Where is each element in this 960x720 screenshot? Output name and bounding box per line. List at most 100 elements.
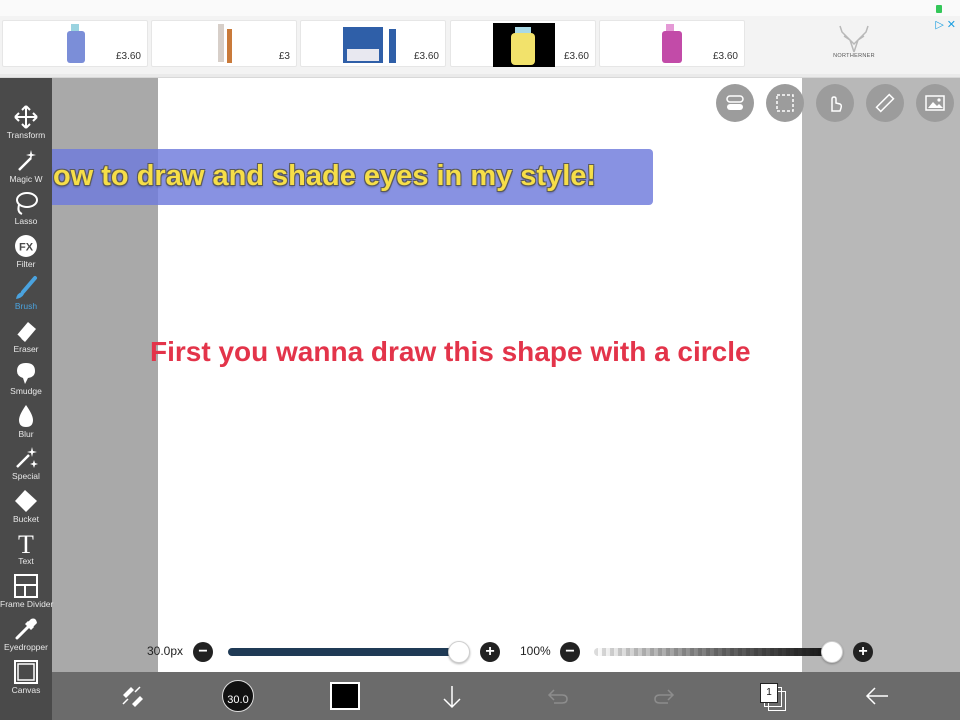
tool-label: Canvas (11, 685, 41, 695)
instruction-caption: First you wanna draw this shape with a c… (150, 336, 751, 367)
tool-smudge[interactable]: Smudge (0, 360, 52, 396)
tool-label: Bucket (13, 514, 39, 524)
selection-button[interactable] (766, 84, 804, 122)
ad-price: £3.60 (712, 51, 738, 62)
tool-label: Filter (16, 259, 36, 269)
layers-button[interactable]: 1 (760, 683, 778, 703)
fx-icon: FX (15, 235, 37, 257)
vape-product-icon (662, 24, 682, 63)
eyedropper-icon (15, 618, 37, 640)
fx-glyph: FX (19, 242, 34, 254)
ruler-button[interactable] (866, 84, 904, 122)
magic-wand-icon (18, 150, 36, 171)
text-icon: T (18, 530, 34, 556)
ad-price: £3.60 (563, 51, 589, 62)
tool-text[interactable]: T Text (0, 530, 52, 566)
vape-product-icon (218, 24, 232, 63)
ad-item[interactable]: £3.60 (300, 20, 446, 67)
tool-bucket[interactable]: Bucket (0, 488, 52, 524)
image-icon (925, 95, 945, 111)
tool-label: Frame Divider (0, 599, 54, 609)
tool-label: Brush (14, 301, 38, 311)
status-bar (0, 0, 960, 16)
ruler-icon (875, 93, 895, 113)
size-plus-button[interactable]: + (480, 642, 500, 662)
ad-price: £3.60 (115, 51, 141, 62)
eraser-icon (16, 322, 36, 342)
opacity-slider[interactable] (594, 648, 834, 656)
tool-magic-wand[interactable]: Magic W (0, 148, 52, 184)
tool-special[interactable]: Special (0, 445, 52, 481)
tool-label: Special (12, 471, 40, 481)
redo-icon[interactable] (652, 686, 676, 706)
ad-item[interactable]: £3 (151, 20, 297, 67)
brush-size-slider[interactable] (228, 648, 464, 656)
tool-label: Eyedropper (4, 642, 48, 652)
text-glyph: T (18, 530, 34, 556)
tool-label: Text (18, 556, 34, 566)
tool-label: Magic W (9, 174, 43, 184)
touch-mode-button[interactable] (816, 84, 854, 122)
tool-blur[interactable]: Blur (0, 403, 52, 439)
ad-item[interactable]: £3.60 (2, 20, 148, 67)
app-root: £3.60 £3 £3.60 £3.60 £3.60 NORTHERNER ▷ … (0, 0, 960, 720)
layer-toggle-button[interactable] (716, 84, 754, 122)
bottom-toolbar (52, 672, 960, 720)
toggle-icon (726, 95, 744, 110)
tool-label: Eraser (13, 344, 39, 354)
drop-icon (19, 405, 33, 427)
canvas-icon (14, 660, 38, 684)
ad-brand: NORTHERNER (833, 53, 875, 59)
brush-size-knob[interactable] (448, 641, 470, 663)
move-arrows-icon (14, 105, 38, 129)
opacity-knob[interactable] (821, 641, 843, 663)
video-title: How to draw and shade eyes in my style! (32, 160, 597, 192)
hand-touch-icon (831, 96, 843, 112)
tool-label: Blur (18, 429, 34, 439)
size-minus-button[interactable]: − (193, 642, 213, 662)
ad-item[interactable]: £3.60 (450, 20, 596, 67)
battery-icon (936, 5, 942, 13)
vape-product-icon (67, 24, 85, 63)
tool-frame-divider[interactable]: Frame Divider (0, 573, 54, 609)
tool-brush[interactable]: Brush (0, 275, 52, 311)
brush-size-label: 30.0px (147, 644, 184, 658)
brush-size-value: 30.0 (227, 694, 249, 706)
tool-transform[interactable]: Transform (0, 104, 52, 140)
ad-price: £3.60 (413, 51, 439, 62)
bucket-icon (15, 490, 37, 512)
opacity-label: 100% (520, 644, 551, 658)
lasso-icon (16, 192, 38, 215)
ad-banner[interactable]: £3.60 £3 £3.60 £3.60 £3.60 NORTHERNER ▷ … (0, 16, 960, 74)
tool-label: Smudge (10, 386, 42, 396)
arrow-down-icon[interactable] (440, 684, 464, 710)
back-arrow-icon[interactable] (864, 686, 890, 706)
tool-lasso[interactable]: Lasso (0, 190, 52, 226)
opacity-plus-button[interactable]: + (853, 642, 873, 662)
ad-info-icon[interactable]: ▷ (935, 19, 943, 31)
tool-sidebar: Transform Magic W Lasso FX Filter Brush … (0, 78, 54, 720)
tool-eyedropper[interactable]: Eyedropper (0, 616, 52, 652)
opacity-minus-button[interactable]: − (560, 642, 580, 662)
vape-product-icon (493, 23, 555, 67)
image-button[interactable] (916, 84, 954, 122)
brush-icon (16, 276, 37, 299)
brush-settings-icon[interactable] (120, 684, 144, 708)
ad-price: £3 (278, 51, 290, 62)
undo-icon[interactable] (546, 686, 570, 706)
vape-product-icon (343, 27, 396, 63)
tool-filter[interactable]: FX Filter (0, 233, 52, 269)
ad-close-icon[interactable]: ✕ (947, 19, 956, 31)
color-picker-button[interactable] (330, 682, 360, 710)
ad-choices[interactable]: ▷ ✕ (932, 18, 956, 31)
stag-logo-icon (839, 25, 869, 53)
tool-label: Lasso (14, 216, 38, 226)
sparkle-icon (16, 447, 38, 468)
ad-item[interactable]: £3.60 (599, 20, 745, 67)
tool-label: Transform (6, 130, 46, 140)
tool-canvas[interactable]: Canvas (0, 659, 52, 695)
selection-icon (776, 94, 794, 112)
frame-divider-icon (14, 574, 38, 598)
tool-eraser[interactable]: Eraser (0, 318, 52, 354)
smudge-icon (17, 363, 35, 384)
